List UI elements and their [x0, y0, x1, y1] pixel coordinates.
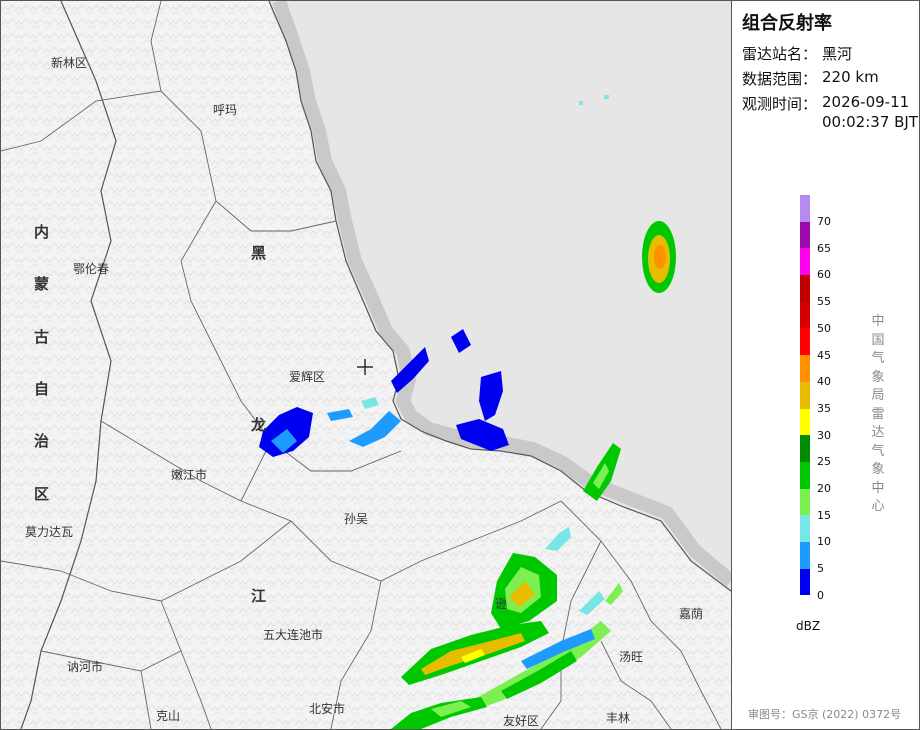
center-name-char: 心 — [871, 499, 885, 514]
center-name-char: 气 — [871, 351, 885, 366]
province-char: 内 — [34, 223, 50, 241]
place-label-xinlin: 新林区 — [51, 56, 88, 70]
province-char: 江 — [251, 587, 267, 605]
center-name-char: 中 — [871, 480, 885, 496]
legend-swatch-10 — [800, 515, 810, 542]
legend-tick-20: 20 — [817, 482, 831, 495]
legend-tick-5: 5 — [817, 562, 824, 576]
legend-tick-60: 60 — [817, 268, 831, 282]
center-name-char: 气 — [871, 443, 885, 459]
legend-tick-35: 35 — [817, 401, 831, 415]
legend-swatch-25 — [800, 435, 810, 462]
legend-swatch-35 — [800, 381, 810, 409]
province-char: 治 — [34, 432, 50, 450]
legend-swatch-45 — [800, 328, 810, 356]
legend-swatch-40 — [800, 355, 810, 382]
place-label-sunwu: 孙吴 — [344, 512, 369, 526]
province-char: 自 — [34, 380, 50, 398]
radar-map-window: 新林区 呼玛 鄂伦春 爱辉区 嫩江市 孙吴 莫力达瓦 五大连池市 讷河市 克山 … — [0, 0, 920, 730]
map-canvas — [1, 1, 731, 729]
province-char: 龙 — [251, 416, 267, 434]
legend-swatch-15 — [800, 488, 810, 516]
data-range-label: 数据范围： — [742, 70, 818, 88]
legend-tick-15: 15 — [817, 508, 831, 522]
place-label-aihui: 爱辉区 — [289, 370, 326, 384]
center-name-char: 象 — [871, 462, 885, 477]
place-label-nenjiang: 嫩江市 — [171, 468, 208, 482]
place-label-wudalianchi: 五大连池市 — [263, 628, 324, 642]
place-label-xunke: 逊 — [495, 597, 508, 611]
legend-tick-45: 45 — [817, 348, 831, 362]
legend-swatch-30 — [800, 408, 810, 436]
center-name-char: 象 — [871, 369, 885, 385]
product-title: 组合反射率 — [742, 13, 832, 34]
map-approval-number: 审图号：GS京 (2022) 0372号 — [748, 708, 902, 721]
radar-center-name: 中国气象局雷达气象中心 — [870, 313, 886, 517]
map-area[interactable]: 新林区 呼玛 鄂伦春 爱辉区 嫩江市 孙吴 莫力达瓦 五大连池市 讷河市 克山 … — [1, 1, 731, 729]
place-label-molidawa: 莫力达瓦 — [25, 525, 74, 539]
place-label-keshan: 克山 — [156, 709, 181, 723]
province-char: 古 — [34, 328, 50, 346]
center-name-char: 中 — [871, 314, 885, 329]
legend-swatch-65 — [800, 221, 810, 249]
legend-swatch-55 — [800, 275, 810, 302]
place-label-jiayin: 嘉荫 — [679, 607, 704, 621]
legend-tick-25: 25 — [817, 455, 831, 469]
legend-swatch-0 — [800, 568, 810, 596]
province-char: 黑 — [251, 244, 267, 262]
observe-date-value: 2026-09-11 — [822, 93, 910, 111]
legend-swatch-5 — [800, 541, 810, 569]
place-label-elunchun: 鄂伦春 — [73, 262, 110, 276]
legend-tick-0: 0 — [817, 588, 824, 602]
observe-time-label: 观测时间： — [742, 95, 818, 113]
legend-unit: dBZ — [796, 619, 821, 633]
legend-swatch-50 — [800, 301, 810, 329]
station-name-value: 黑河 — [822, 45, 853, 63]
legend-tick-10: 10 — [817, 535, 831, 549]
place-label-huma: 呼玛 — [213, 103, 238, 117]
legend-tick-55: 55 — [817, 295, 831, 309]
place-label-nehe: 讷河市 — [67, 660, 104, 674]
observe-time-value: 00:02:37 BJT — [822, 113, 919, 131]
legend-tick-70: 70 — [817, 215, 831, 228]
place-label-fenglin: 丰林 — [606, 711, 631, 725]
center-name-char: 国 — [871, 332, 885, 348]
legend-tick-65: 65 — [817, 241, 831, 255]
info-panel: 组合反射率 雷达站名： 黑河 数据范围： 220 km 观测时间： 2026-0… — [731, 1, 919, 729]
province-char: 蒙 — [34, 275, 50, 293]
place-label-beian: 北安市 — [309, 702, 346, 716]
legend-tick-50: 50 — [817, 321, 831, 335]
center-name-char: 局 — [871, 388, 885, 403]
center-name-char: 达 — [871, 425, 885, 440]
legend-tick-30: 30 — [817, 428, 831, 442]
legend-swatch-20 — [800, 461, 810, 489]
legend-tick-40: 40 — [817, 375, 831, 389]
data-range-value: 220 km — [822, 68, 879, 86]
station-name-label: 雷达站名： — [742, 45, 818, 63]
center-name-char: 雷 — [871, 406, 885, 422]
legend-swatch-60 — [800, 248, 810, 276]
dbz-color-legend — [800, 195, 810, 596]
place-label-youhao: 友好区 — [503, 714, 540, 728]
place-label-tangwang: 汤旺 — [619, 650, 644, 664]
province-char: 区 — [34, 485, 50, 503]
legend-swatch-70 — [800, 195, 810, 222]
